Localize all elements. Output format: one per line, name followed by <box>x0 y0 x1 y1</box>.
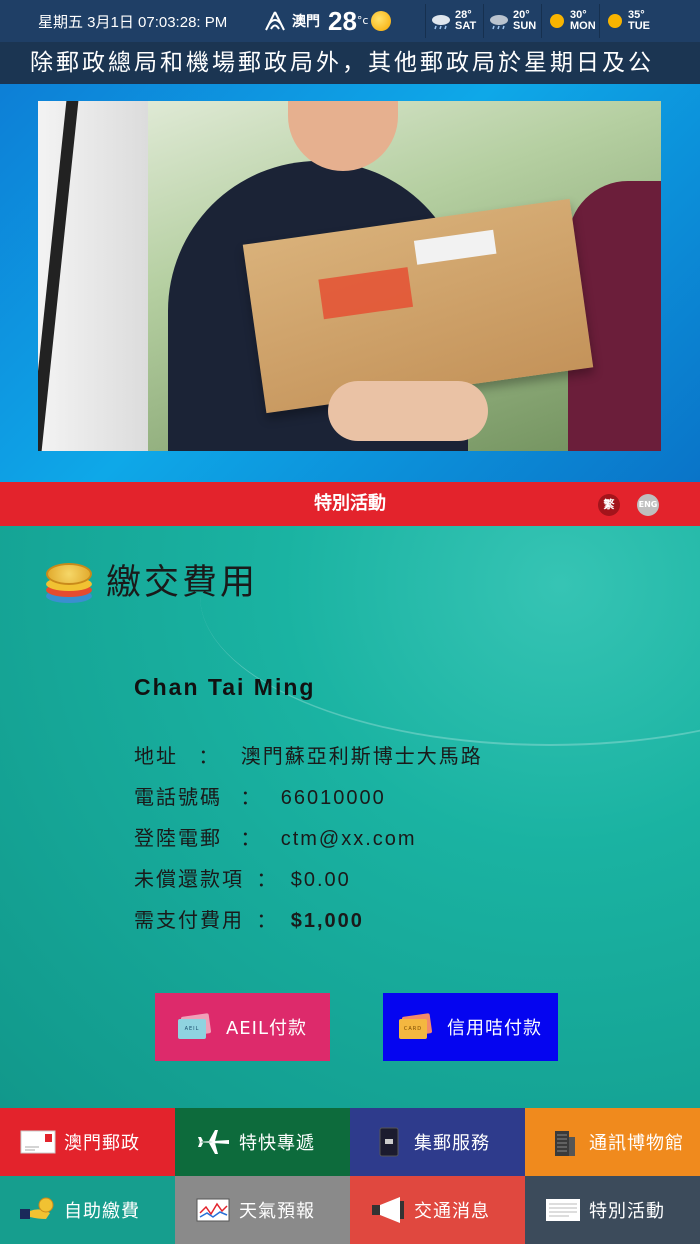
amount-due-label: 需支付費用 <box>134 908 244 932</box>
separator: ： <box>256 908 279 932</box>
forecast-day: 20° SUN <box>483 4 541 38</box>
amount-due-row: 需支付費用 ： $1,000 <box>134 904 654 933</box>
forecast-day-label: MON <box>570 20 596 32</box>
temperature-unit: °c <box>356 14 369 27</box>
forecast-day: 30° MON <box>541 4 599 38</box>
nav-item-traffic-news[interactable]: 交通消息 <box>350 1176 525 1244</box>
date-time: 星期五 3月1日 07:03:28: PM <box>38 13 228 31</box>
current-weather: 澳門 28 °c <box>262 6 422 37</box>
sun-icon <box>550 14 564 28</box>
forecast: 28° SAT 20° SUN 30° MON 35° TUE <box>425 4 657 38</box>
hand-coin-icon <box>20 1197 54 1219</box>
payment-panel: 繳交費用 Chan Tai Ming 地址 ： 澳門蘇亞利斯博士大馬路 電話號碼… <box>0 526 700 1108</box>
nav-label: 集郵服務 <box>414 1133 490 1154</box>
nav-label: 特別活動 <box>589 1201 665 1222</box>
forecast-day-label: SAT <box>455 20 477 32</box>
outstanding-label: 未償還款項 <box>134 867 244 891</box>
courier-delivering-package-photo <box>38 101 661 451</box>
current-temperature: 28 <box>328 5 357 36</box>
sun-icon <box>608 14 622 28</box>
page-title: 特別活動 <box>314 493 386 514</box>
aeil-card-icon: AEIL <box>177 1013 212 1039</box>
forecast-day: 35° TUE <box>599 4 657 38</box>
email-label: 登陸電郵 <box>134 826 222 850</box>
status-bar: 星期五 3月1日 07:03:28: PM 澳門 28 °c 28° SAT 20… <box>0 0 700 42</box>
language-chinese-button[interactable]: 繁 <box>598 494 620 516</box>
nav-item-self-payment[interactable]: 自助繳費 <box>0 1176 175 1244</box>
nav-item-weather[interactable]: 天氣預報 <box>175 1176 350 1244</box>
separator: ： <box>240 826 263 850</box>
nav-label: 通訊博物館 <box>589 1133 684 1154</box>
forecast-day-label: TUE <box>628 20 650 32</box>
aeil-pay-label: AEIL付款 <box>225 1018 308 1039</box>
language-english-button[interactable]: ENG <box>637 494 659 516</box>
email-value: ctm@xx.com <box>280 828 417 850</box>
stamp-book-icon <box>379 1127 399 1157</box>
bottom-nav: 澳門郵政 特快專遞 集郵服務 通訊博物館 自助繳費 天氣預報 交通消息 特別活動 <box>0 1108 700 1244</box>
envelope-icon <box>20 1130 56 1154</box>
nav-label: 特快專遞 <box>239 1133 315 1154</box>
section-header: 繳交費用 <box>46 554 258 605</box>
forecast-day: 28° SAT <box>425 4 483 38</box>
nav-item-special-events[interactable]: 特別活動 <box>525 1176 700 1244</box>
nav-label: 自助繳費 <box>64 1201 140 1222</box>
nav-label: 天氣預報 <box>239 1201 315 1222</box>
phone-label: 電話號碼 <box>134 785 222 809</box>
coins-icon <box>46 557 94 603</box>
weather-chart-icon <box>196 1198 230 1222</box>
address-row: 地址 ： 澳門蘇亞利斯博士大馬路 <box>134 740 654 769</box>
separator: ： <box>256 867 279 891</box>
nav-item-macao-post[interactable]: 澳門郵政 <box>0 1108 175 1176</box>
forecast-day-label: SUN <box>513 20 537 32</box>
credit-card-pay-button[interactable]: CARD 信用咭付款 <box>383 993 558 1061</box>
phone-value: 66010000 <box>280 787 386 809</box>
credit-card-icon: CARD <box>399 1013 433 1039</box>
newspaper-icon <box>546 1199 580 1221</box>
sun-icon <box>371 11 392 31</box>
address-value: 澳門蘇亞利斯博士大馬路 <box>240 744 483 768</box>
address-label: 地址 <box>134 744 178 768</box>
nav-label: 交通消息 <box>414 1201 490 1222</box>
nav-item-communications-museum[interactable]: 通訊博物館 <box>525 1108 700 1176</box>
macao-logo-icon <box>265 11 285 31</box>
aeil-card-text: AEIL <box>177 1019 206 1039</box>
aeil-pay-button[interactable]: AEIL AEIL付款 <box>155 993 330 1061</box>
credit-card-pay-label: 信用咭付款 <box>447 1018 542 1039</box>
section-title: 繳交費用 <box>106 563 259 603</box>
outstanding-value: $0.00 <box>290 869 351 891</box>
banner <box>0 84 700 482</box>
rain-cloud-icon <box>490 15 508 30</box>
nav-label: 澳門郵政 <box>64 1133 140 1154</box>
city-name: 澳門 <box>292 14 320 30</box>
phone-row: 電話號碼 ： 66010000 <box>134 781 654 810</box>
news-marquee: 除郵政總局和機場郵政局外，其他郵政局於星期日及公 <box>0 42 700 84</box>
credit-card-text: CARD <box>399 1019 427 1039</box>
separator: ： <box>198 744 221 768</box>
customer-name: Chan Tai Ming <box>134 674 316 700</box>
megaphone-icon <box>372 1197 404 1223</box>
airplane-icon <box>197 1130 229 1154</box>
nav-item-philately[interactable]: 集郵服務 <box>350 1108 525 1176</box>
title-bar: 特別活動 繁 ENG <box>0 482 700 526</box>
amount-due-value: $1,000 <box>290 910 364 932</box>
email-row: 登陸電郵 ： ctm@xx.com <box>134 822 654 851</box>
nav-item-express-mail[interactable]: 特快專遞 <box>175 1108 350 1176</box>
rain-cloud-icon <box>432 15 450 30</box>
building-icon <box>555 1131 575 1156</box>
outstanding-row: 未償還款項 ： $0.00 <box>134 863 654 892</box>
separator: ： <box>240 785 263 809</box>
